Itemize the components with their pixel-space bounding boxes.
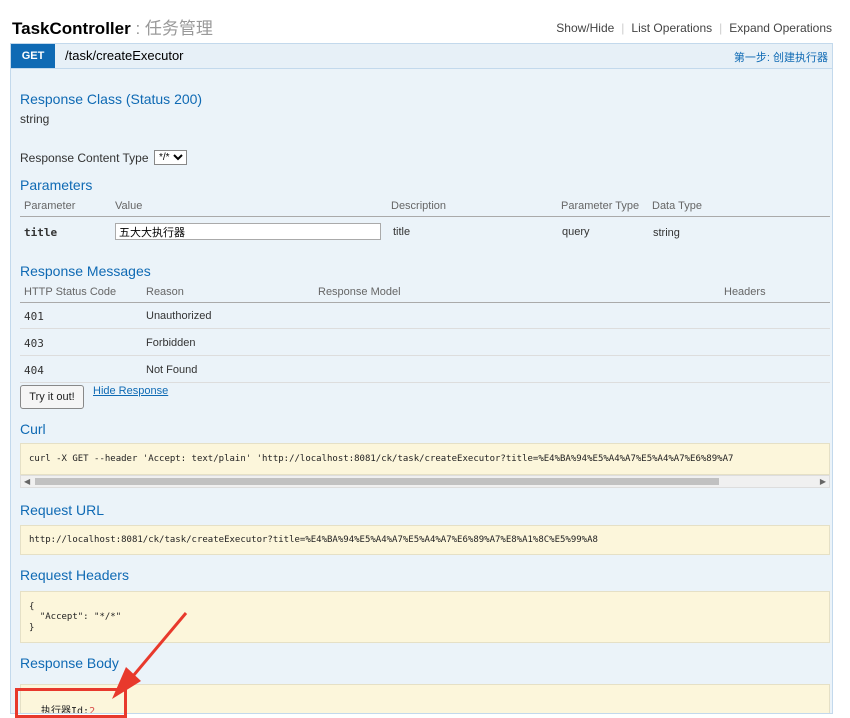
param-col-description: Description <box>391 200 447 212</box>
operation-summary[interactable]: 第一步: 创建执行器 <box>734 49 828 65</box>
resource-header: TaskController : 任务管理 Show/Hide | List Ope… <box>0 0 850 42</box>
request-headers-heading: Request Headers <box>20 567 129 583</box>
show-hide-link[interactable]: Show/Hide <box>556 21 614 35</box>
header-line: { <box>29 602 35 612</box>
list-operations-link[interactable]: List Operations <box>631 21 712 35</box>
divider <box>20 302 830 303</box>
curl-command: curl -X GET --header 'Accept: text/plain… <box>29 454 734 464</box>
hide-response-link[interactable]: Hide Response <box>93 385 168 397</box>
status-reason: Forbidden <box>146 337 196 349</box>
operation-path[interactable]: /task/createExecutor <box>65 48 184 63</box>
response-body-heading: Response Body <box>20 655 119 671</box>
content-type-label: Response Content Type <box>20 151 149 165</box>
link-separator: | <box>719 21 723 35</box>
param-type: query <box>562 226 590 238</box>
curl-box[interactable]: curl -X GET --header 'Accept: text/plain… <box>20 443 830 475</box>
header-line: } <box>29 623 35 633</box>
param-name: title <box>24 226 58 239</box>
divider <box>20 382 830 383</box>
controller-name: TaskController <box>12 19 131 38</box>
status-code: 401 <box>24 310 44 323</box>
status-reason: Unauthorized <box>146 310 212 322</box>
resp-col-code: HTTP Status Code <box>24 286 117 298</box>
param-col-parameter: Parameter <box>24 200 76 212</box>
request-headers-box: { "Accept": "*/*" } <box>20 591 830 643</box>
response-class-heading: Response Class (Status 200) <box>20 91 203 107</box>
divider <box>20 216 830 217</box>
controller-description: : 任务管理 <box>130 19 213 38</box>
http-method-badge[interactable]: GET <box>11 44 55 68</box>
parameters-heading: Parameters <box>20 177 93 193</box>
request-url-box: http://localhost:8081/ck/task/createExec… <box>20 525 830 555</box>
scroll-right-icon[interactable]: ▶ <box>820 476 826 487</box>
param-col-type: Parameter Type <box>561 200 640 212</box>
param-value-input[interactable] <box>115 223 381 240</box>
divider <box>20 355 830 356</box>
response-class-type: string <box>20 112 50 126</box>
link-separator: | <box>621 21 625 35</box>
resp-col-reason: Reason <box>146 286 184 298</box>
status-code: 404 <box>24 364 44 377</box>
param-col-datatype: Data Type <box>652 200 702 212</box>
horizontal-scrollbar[interactable]: ◀ ▶ <box>20 475 830 488</box>
resp-col-model: Response Model <box>318 286 401 298</box>
status-reason: Not Found <box>146 364 198 376</box>
request-url-heading: Request URL <box>20 502 105 518</box>
resource-links: Show/Hide | List Operations | Expand Operati… <box>556 21 832 35</box>
controller-title[interactable]: TaskController : 任务管理 <box>12 14 213 39</box>
expand-operations-link[interactable]: Expand Operations <box>729 21 832 35</box>
try-it-out-button[interactable]: Try it out! <box>20 385 84 409</box>
param-col-value: Value <box>115 200 143 212</box>
resp-col-headers: Headers <box>724 286 766 298</box>
param-description: title <box>393 226 411 238</box>
status-code: 403 <box>24 337 44 350</box>
param-datatype: string <box>653 227 680 239</box>
header-line: "Accept": "*/*" <box>29 612 122 622</box>
response-messages-heading: Response Messages <box>20 263 151 279</box>
scrollbar-thumb[interactable] <box>35 478 719 485</box>
divider <box>20 328 830 329</box>
request-url: http://localhost:8081/ck/task/createExec… <box>29 535 598 545</box>
operation-panel: GET /task/createExecutor 第一步: 创建执行器 Resp… <box>10 43 833 714</box>
content-type-select[interactable]: */* <box>154 150 187 165</box>
response-body-box: 执行器Id:2 <box>20 684 830 713</box>
scroll-left-icon[interactable]: ◀ <box>24 476 30 487</box>
operation-heading[interactable]: GET /task/createExecutor 第一步: 创建执行器 <box>11 44 832 69</box>
curl-heading: Curl <box>20 421 46 437</box>
